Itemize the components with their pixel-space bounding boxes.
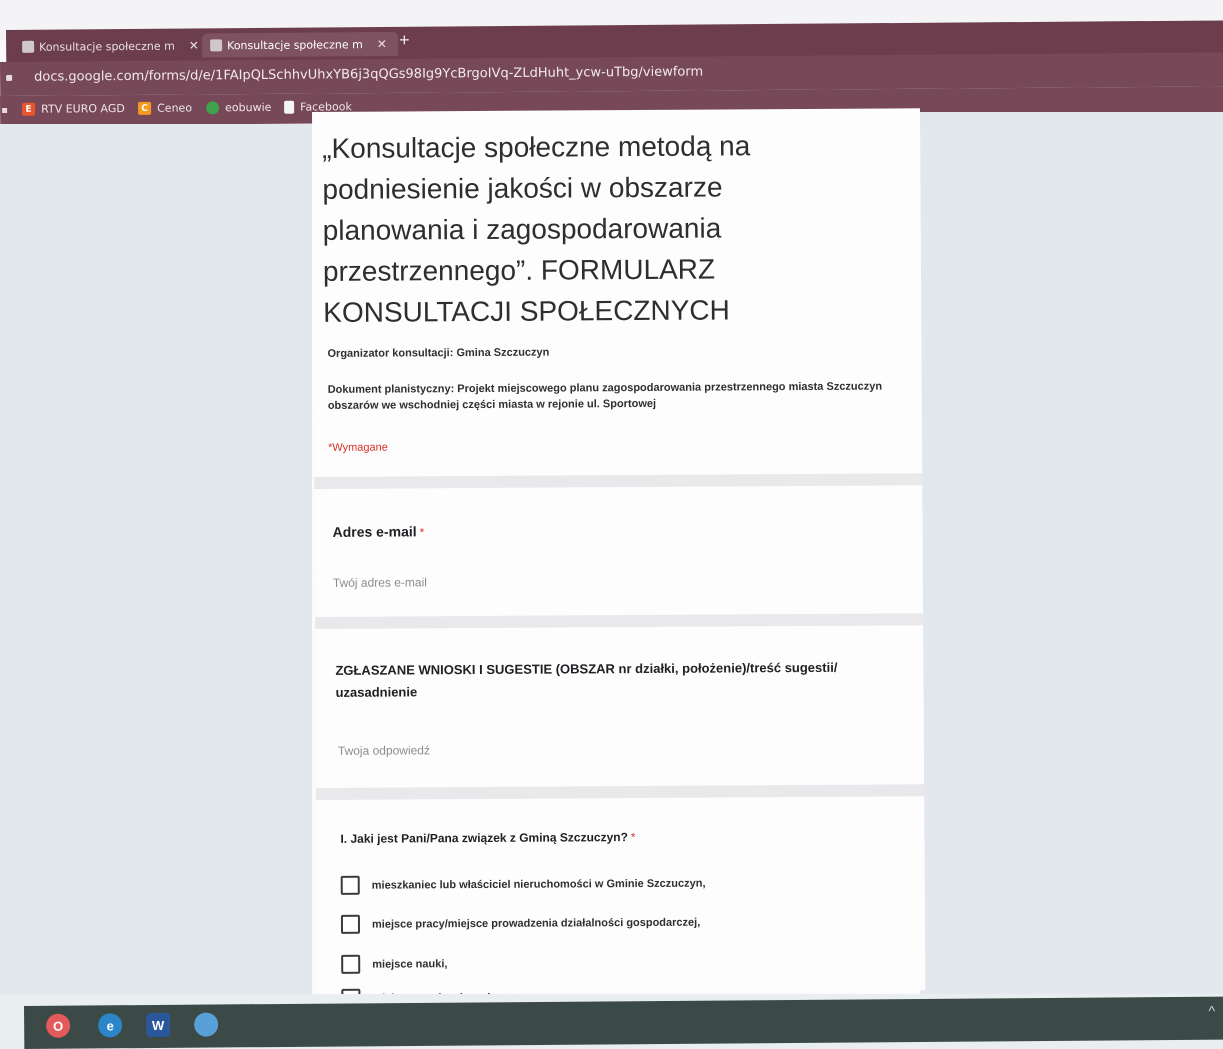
ceneo-icon: C bbox=[138, 101, 152, 115]
checkbox-option-study[interactable]: miejsce nauki, bbox=[341, 954, 447, 974]
page-background-left bbox=[0, 124, 312, 994]
option-label: miejsce nauki, bbox=[372, 957, 448, 971]
site-info-icon[interactable] bbox=[6, 74, 13, 81]
chevron-up-icon[interactable]: ^ bbox=[1208, 1003, 1215, 1019]
card-divider bbox=[316, 784, 925, 800]
relation-question-label: I. Jaki jest Pani/Pana związek z Gminą S… bbox=[340, 830, 635, 846]
checkbox[interactable] bbox=[340, 914, 361, 934]
google-forms-favicon-icon bbox=[22, 40, 35, 53]
proposals-question-label: ZGŁASZANE WNIOSKI I SUGESTIE (OBSZAR nr … bbox=[335, 659, 838, 700]
checkbox[interactable] bbox=[340, 875, 360, 895]
checkbox-option-resident[interactable]: mieszkaniec lub właściciel nieruchomości… bbox=[340, 874, 706, 895]
bookmark-label: eobuwie bbox=[225, 100, 272, 115]
required-asterisk: * bbox=[419, 525, 425, 540]
google-form: „Konsultacje społeczne metodą na podnies… bbox=[312, 108, 926, 1008]
email-question-label: Adres e-mail * bbox=[333, 523, 425, 540]
relation-label-text: I. Jaki jest Pani/Pana związek z Gminą S… bbox=[340, 830, 628, 846]
eobuwie-icon bbox=[206, 101, 220, 115]
email-label-text: Adres e-mail bbox=[332, 523, 417, 540]
new-tab-button[interactable]: + bbox=[399, 30, 410, 51]
form-organizer: Organizator konsultacji: Gmina Szczuczyn bbox=[327, 346, 550, 360]
page-icon bbox=[284, 100, 295, 114]
option-label: miejsce pracy/miejsce prowadzenia działa… bbox=[371, 916, 701, 931]
tab-label: Konsultacje społeczne m bbox=[39, 39, 175, 54]
close-tab-icon[interactable]: ✕ bbox=[189, 38, 199, 52]
proposals-answer-field[interactable] bbox=[337, 738, 638, 762]
bookmark-eobuwie[interactable]: eobuwie bbox=[206, 101, 271, 115]
checkbox[interactable] bbox=[341, 954, 361, 974]
google-forms-favicon-icon bbox=[210, 39, 223, 52]
bookmark-label: RTV EURO AGD bbox=[41, 102, 125, 116]
checkbox-option-workplace[interactable]: miejsce pracy/miejsce prowadzenia działa… bbox=[340, 913, 701, 934]
edge-icon[interactable]: e bbox=[98, 1013, 123, 1038]
page-background-right bbox=[920, 112, 1223, 994]
card-divider bbox=[315, 613, 924, 629]
bookmark-rtv-euro-agd[interactable]: E RTV EURO AGD bbox=[22, 102, 125, 116]
form-document-description: Dokument planistyczny: Projekt miejscowe… bbox=[327, 380, 883, 412]
bookmark-label: Ceneo bbox=[157, 101, 193, 115]
card-divider bbox=[314, 473, 923, 489]
chat-icon[interactable] bbox=[194, 1012, 219, 1037]
word-icon[interactable]: W bbox=[146, 1012, 171, 1038]
tab-konsultacje-2-active[interactable]: Konsultacje społeczne m ✕ bbox=[202, 31, 399, 58]
option-label: mieszkaniec lub właściciel nieruchomości… bbox=[371, 877, 706, 892]
required-asterisk: * bbox=[630, 830, 636, 845]
url-field[interactable]: docs.google.com/forms/d/e/1FAIpQLSchhvUh… bbox=[34, 64, 703, 84]
euro-agd-icon: E bbox=[22, 102, 36, 116]
opera-icon[interactable]: O bbox=[46, 1013, 71, 1038]
bookmark-ceneo[interactable]: C Ceneo bbox=[138, 101, 193, 115]
email-field[interactable] bbox=[332, 570, 633, 594]
form-title: „Konsultacje społeczne metodą na podnies… bbox=[322, 130, 751, 328]
apps-icon[interactable] bbox=[2, 107, 8, 113]
required-note: *Wymagane bbox=[328, 441, 388, 454]
close-tab-icon[interactable]: ✕ bbox=[377, 37, 387, 51]
tab-konsultacje-1[interactable]: Konsultacje społeczne m ✕ bbox=[14, 33, 210, 59]
tab-label: Konsultacje społeczne m bbox=[227, 37, 363, 52]
